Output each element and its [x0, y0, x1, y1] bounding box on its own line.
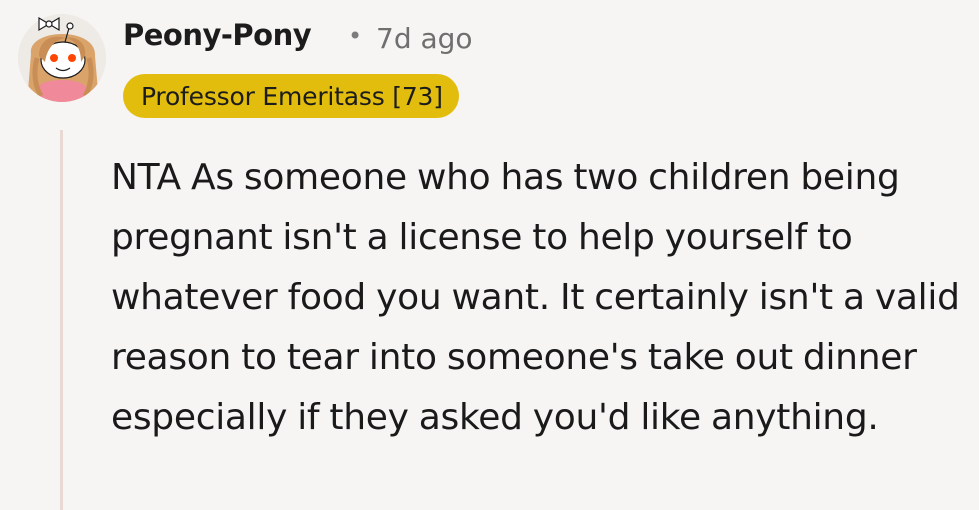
comment-timestamp[interactable]: 7d ago — [376, 25, 473, 53]
username-link[interactable]: Peony-Pony — [123, 21, 312, 50]
snoo-avatar-icon — [18, 14, 106, 102]
meta-separator: • — [348, 22, 363, 50]
user-flair-badge: Professor Emeritass [73] — [123, 74, 459, 118]
comment: Peony-Pony • 7d ago Professor Emeritass … — [0, 0, 979, 510]
comment-body: NTA As someone who has two children bein… — [111, 157, 960, 438]
user-flair-label: Professor Emeritass [73] — [141, 81, 443, 111]
user-avatar[interactable] — [17, 8, 107, 103]
thread-collapse-line[interactable] — [60, 130, 63, 510]
